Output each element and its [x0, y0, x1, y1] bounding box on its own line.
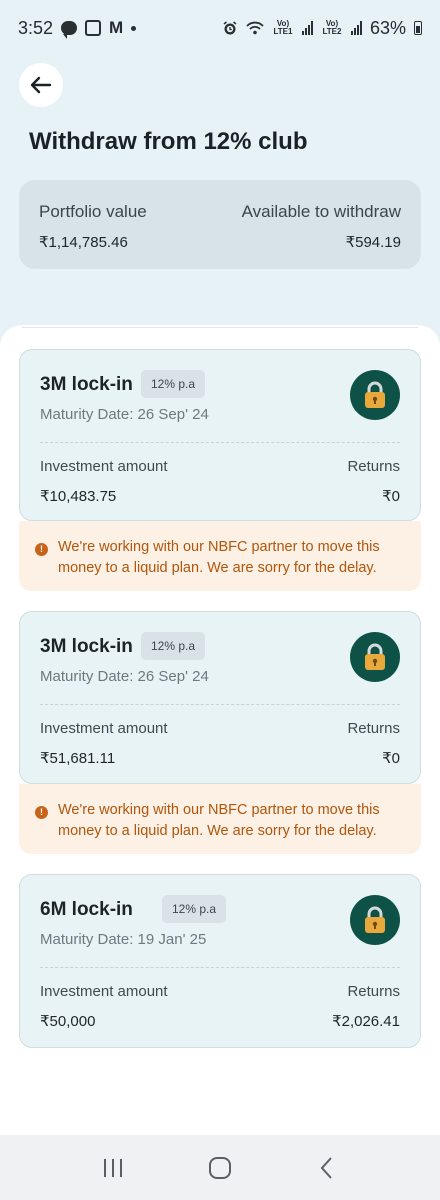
nav-back-button[interactable]: [307, 1148, 347, 1188]
alarm-icon: [223, 21, 237, 35]
maturity-date: Maturity Date: 26 Sep' 24: [40, 406, 209, 423]
back-chevron-icon: [320, 1156, 332, 1179]
notice-text: We're working with our NBFC partner to m…: [58, 539, 380, 576]
delay-notice: ! We're working with our NBFC partner to…: [19, 521, 421, 591]
portfolio-summary-card: Portfolio value Available to withdraw ₹1…: [19, 180, 421, 269]
investment-card[interactable]: 3M lock-in 12% p.a Maturity Date: 26 Sep…: [19, 349, 421, 521]
investment-amount-value: ₹10,483.75: [40, 488, 117, 505]
recents-icon: [104, 1158, 123, 1177]
lock-badge: [350, 895, 400, 945]
lock-in-title: 3M lock-in: [40, 374, 133, 395]
chat-icon: [61, 21, 78, 39]
wifi-icon: [246, 21, 264, 35]
lock-badge: [350, 632, 400, 682]
investment-amount-label: Investment amount: [40, 720, 168, 737]
more-notifications-icon: [131, 25, 137, 31]
page-title: Withdraw from 12% club: [29, 128, 308, 155]
info-icon: !: [35, 543, 48, 556]
battery-percent: 63%: [369, 17, 406, 38]
maturity-date: Maturity Date: 26 Sep' 24: [40, 668, 209, 685]
sheet-divider: [22, 327, 418, 328]
interest-rate-badge: 12% p.a: [141, 632, 206, 660]
status-bar: 3:52 M Vo) LTE1 Vo) LTE2 63%: [0, 0, 440, 56]
status-time: 3:52: [18, 17, 54, 38]
status-left: 3:52 M: [18, 17, 137, 39]
sim1-label: Vo) LTE1: [273, 19, 293, 36]
padlock-icon: [365, 643, 385, 670]
portfolio-value: ₹1,14,785.46: [39, 234, 128, 251]
home-button[interactable]: [200, 1148, 240, 1188]
lock-in-title: 3M lock-in: [40, 636, 133, 657]
signal-1-icon: [301, 21, 313, 35]
arrow-left-icon: [30, 76, 52, 94]
lock-badge: [350, 370, 400, 420]
investment-card[interactable]: 6M lock-in 12% p.a Maturity Date: 19 Jan…: [19, 874, 421, 1048]
battery-icon: [414, 21, 422, 35]
returns-value: ₹0: [382, 488, 400, 505]
investment-amount-value: ₹50,000: [40, 1013, 96, 1030]
notice-text: We're working with our NBFC partner to m…: [58, 802, 380, 839]
home-icon: [208, 1156, 231, 1179]
padlock-icon: [365, 906, 385, 933]
system-nav-bar: [0, 1135, 440, 1200]
investment-amount-label: Investment amount: [40, 458, 168, 475]
maturity-date: Maturity Date: 19 Jan' 25: [40, 931, 207, 948]
interest-rate-badge: 12% p.a: [162, 895, 227, 923]
status-right: Vo) LTE1 Vo) LTE2 63%: [222, 18, 422, 39]
returns-label: Returns: [347, 720, 400, 737]
recents-button[interactable]: [93, 1148, 133, 1188]
back-button[interactable]: [19, 63, 63, 107]
portfolio-value-label: Portfolio value: [39, 202, 147, 221]
sim2-label: Vo) LTE2: [322, 19, 342, 36]
returns-label: Returns: [347, 458, 400, 475]
returns-value: ₹0: [382, 750, 400, 767]
investment-amount-label: Investment amount: [40, 983, 168, 1000]
returns-label: Returns: [347, 983, 400, 1000]
delay-notice: ! We're working with our NBFC partner to…: [19, 784, 421, 854]
signal-2-icon: [350, 21, 362, 35]
investment-amount-value: ₹51,681.11: [40, 750, 116, 767]
gmail-icon: M: [109, 18, 124, 37]
padlock-icon: [365, 381, 385, 408]
calculator-icon: [85, 20, 102, 36]
available-to-withdraw-value: ₹594.19: [345, 234, 401, 251]
available-to-withdraw-label: Available to withdraw: [241, 202, 401, 221]
info-icon: !: [35, 806, 48, 819]
lock-in-title: 6M lock-in: [40, 899, 133, 920]
investment-card[interactable]: 3M lock-in 12% p.a Maturity Date: 26 Sep…: [19, 611, 421, 784]
returns-value: ₹2,026.41: [332, 1013, 400, 1030]
interest-rate-badge: 12% p.a: [141, 370, 206, 398]
